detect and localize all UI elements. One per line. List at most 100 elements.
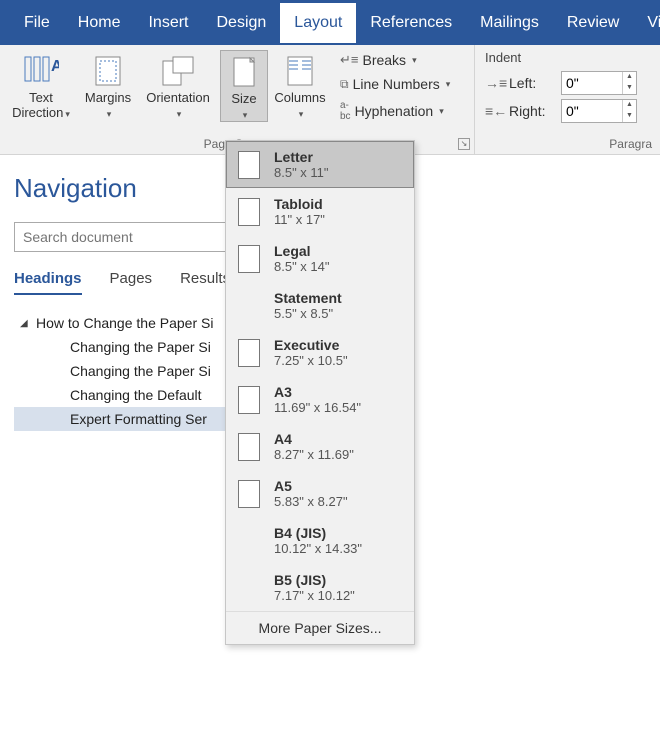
size-option-name: B4 (JIS) [274,525,362,541]
indent-right-row: ≡← Right: ▲▼ [481,97,654,125]
page-swatch-icon [238,198,260,226]
outline-item-label: Changing the Paper Si [70,363,211,379]
chevron-down-icon: ▾ [297,109,304,120]
size-option-executive[interactable]: Executive7.25" x 10.5" [226,329,414,376]
indent-title: Indent [481,50,654,65]
size-option-name: A5 [274,478,348,494]
menu-bar: FileHomeInsertDesignLayoutReferencesMail… [0,0,660,45]
chevron-down-icon: ▾ [175,109,182,120]
size-option-a4[interactable]: A48.27" x 11.69" [226,423,414,470]
indent-left-icon: →≡ [485,75,503,91]
collapse-icon[interactable]: ◢ [20,318,32,329]
size-option-dims: 10.12" x 14.33" [274,541,362,556]
tab-file[interactable]: File [10,3,64,43]
indent-left-row: →≡ Left: ▲▼ [481,69,654,97]
size-option-dims: 8.27" x 11.69" [274,447,354,462]
group-page-setup: A Text Direction▾ Margins ▾ Orientation … [0,45,475,154]
chevron-down-icon: ▾ [410,55,417,66]
chevron-down-icon: ▾ [437,106,444,117]
line-numbers-button[interactable]: ⧉ Line Numbers ▾ [336,74,454,94]
nav-tab-pages[interactable]: Pages [110,270,153,295]
size-option-dims: 8.5" x 14" [274,259,330,274]
tab-layout[interactable]: Layout [280,3,356,43]
orientation-button[interactable]: Orientation ▾ [140,50,216,120]
size-label: Size [231,91,256,106]
page-swatch-icon [238,480,260,508]
breaks-button[interactable]: ↵≡ Breaks ▾ [336,50,454,70]
page-swatch-icon [238,151,260,179]
tab-insert[interactable]: Insert [134,3,202,43]
outline-item-label: How to Change the Paper Si [36,315,213,331]
page-swatch-icon [238,574,260,602]
text-direction-label: Text Direction [12,90,63,120]
size-option-tabloid[interactable]: Tabloid11" x 17" [226,188,414,235]
line-numbers-icon: ⧉ [340,77,349,92]
tab-mailings[interactable]: Mailings [466,3,553,43]
columns-icon [272,52,328,90]
size-option-statement[interactable]: Statement5.5" x 8.5" [226,282,414,329]
orientation-label: Orientation [146,90,210,105]
size-option-dims: 11.69" x 16.54" [274,400,361,415]
size-option-name: Executive [274,337,348,353]
size-option-dims: 11" x 17" [274,212,325,227]
hyphenation-icon: a-bc [340,100,351,122]
size-button[interactable]: Size ▾ [220,50,268,122]
chevron-down-icon: ▾ [63,109,70,120]
line-numbers-label: Line Numbers [353,76,440,92]
tab-review[interactable]: Review [553,3,633,43]
text-direction-button[interactable]: A Text Direction▾ [6,50,76,120]
tab-view[interactable]: View [633,3,660,43]
page-swatch-icon [238,292,260,320]
size-option-a5[interactable]: A55.83" x 8.27" [226,470,414,517]
size-option-legal[interactable]: Legal8.5" x 14" [226,235,414,282]
page-swatch-icon [238,386,260,414]
group-paragraph: Indent →≡ Left: ▲▼ ≡← Right: ▲▼ Paragra [475,45,660,154]
size-option-name: Tabloid [274,196,325,212]
nav-tab-results[interactable]: Results [180,270,230,295]
spin-down[interactable]: ▼ [623,111,636,122]
margins-label: Margins [85,90,131,105]
tab-design[interactable]: Design [202,3,280,43]
svg-text:A: A [51,58,59,75]
spin-up[interactable]: ▲ [623,72,636,83]
page-swatch-icon [238,245,260,273]
outline-item-label: Changing the Paper Si [70,339,211,355]
size-option-name: Legal [274,243,330,259]
size-option-name: Statement [274,290,342,306]
size-option-b4-jis-[interactable]: B4 (JIS)10.12" x 14.33" [226,517,414,564]
size-option-dims: 5.5" x 8.5" [274,306,342,321]
nav-tab-headings[interactable]: Headings [14,270,82,295]
page-swatch-icon [238,433,260,461]
indent-right-input[interactable]: ▲▼ [561,99,637,123]
breaks-label: Breaks [362,52,406,68]
page-setup-stack: ↵≡ Breaks ▾ ⧉ Line Numbers ▾ a-bc Hyphen… [336,50,454,124]
page-swatch-icon [238,339,260,367]
chevron-down-icon: ▾ [241,110,248,121]
spin-down[interactable]: ▼ [623,83,636,94]
size-option-dims: 5.83" x 8.27" [274,494,348,509]
indent-left-label: Left: [509,75,555,91]
size-option-name: Letter [274,149,329,165]
size-option-b5-jis-[interactable]: B5 (JIS)7.17" x 10.12" [226,564,414,611]
hyphenation-button[interactable]: a-bc Hyphenation ▾ [336,98,454,124]
tab-references[interactable]: References [356,3,466,43]
indent-left-field[interactable] [562,72,622,94]
size-option-dims: 7.25" x 10.5" [274,353,348,368]
indent-left-input[interactable]: ▲▼ [561,71,637,95]
ribbon: A Text Direction▾ Margins ▾ Orientation … [0,45,660,155]
page-setup-dialog-launcher[interactable]: ↘ [458,138,470,150]
size-option-a3[interactable]: A311.69" x 16.54" [226,376,414,423]
more-paper-sizes[interactable]: More Paper Sizes... [226,611,414,644]
columns-button[interactable]: Columns ▾ [272,50,328,120]
size-icon [221,53,267,91]
tab-home[interactable]: Home [64,3,135,43]
size-option-letter[interactable]: Letter8.5" x 11" [226,141,414,188]
indent-right-icon: ≡← [485,103,503,119]
size-option-dims: 8.5" x 11" [274,165,329,180]
spin-up[interactable]: ▲ [623,100,636,111]
margins-icon [80,52,136,90]
chevron-down-icon: ▾ [444,79,451,90]
margins-button[interactable]: Margins ▾ [80,50,136,120]
size-option-name: B5 (JIS) [274,572,355,588]
indent-right-field[interactable] [562,100,622,122]
